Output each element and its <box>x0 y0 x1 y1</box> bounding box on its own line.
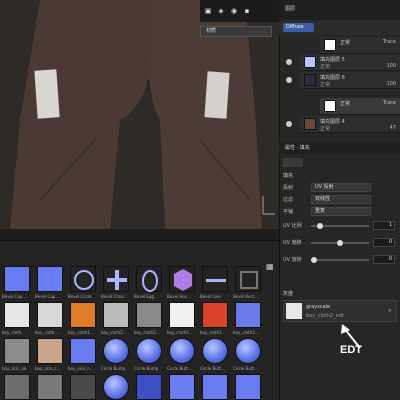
cube-icon[interactable]: ◈ <box>216 6 226 16</box>
layers-header: 图层 <box>279 0 400 20</box>
shelf-tile[interactable] <box>4 374 30 400</box>
tab-properties[interactable]: 属性 <box>285 145 295 151</box>
shelf-tile[interactable] <box>103 302 129 328</box>
tile-row: 平铺 重复 <box>283 207 397 217</box>
shelf-tile[interactable] <box>70 374 96 400</box>
layer-thumbnail <box>304 74 316 86</box>
layer-thumbnail <box>304 56 316 68</box>
shelf-tile[interactable] <box>103 374 129 400</box>
shelf-tile[interactable] <box>37 302 63 328</box>
layer-item[interactable]: 填充图层 5 正常 100 <box>286 54 400 71</box>
edt-annotation: EDT <box>340 344 362 356</box>
shelf-tile[interactable] <box>235 338 261 364</box>
grayscale-thumbnail <box>286 303 302 319</box>
uv-rotate-value[interactable]: 0 <box>373 255 395 264</box>
shelf-tile[interactable] <box>37 374 63 400</box>
layer-thumbnail <box>304 118 316 130</box>
shelf-header <box>0 229 279 241</box>
shelf-tile[interactable] <box>136 374 162 400</box>
shelf-search-bar[interactable] <box>0 247 279 261</box>
uv-offset-row: UV 偏移 0 <box>283 238 397 248</box>
material-dropdown[interactable]: 材质 <box>200 26 272 37</box>
close-icon[interactable]: × <box>388 308 392 314</box>
shelf-tile[interactable] <box>202 338 228 364</box>
shelf-tile[interactable] <box>169 302 195 328</box>
filter-row: 过滤 双线性 <box>283 195 397 205</box>
layers-title: 图层 <box>285 6 296 12</box>
grid-view-icon[interactable]: ▦ <box>266 262 275 271</box>
projection-row: 投射 UV 投射 <box>283 183 397 193</box>
shelf-tile[interactable] <box>103 266 129 292</box>
globe-icon[interactable]: ◉ <box>229 6 239 16</box>
viewport-toolbar: ▣ ◈ ◉ ▪ <box>200 0 279 22</box>
shelf-tile[interactable] <box>136 266 162 292</box>
eye-icon[interactable] <box>286 121 292 127</box>
shelf-tile[interactable] <box>136 338 162 364</box>
shelf-tile[interactable] <box>202 374 228 400</box>
shelf-tile[interactable] <box>169 338 195 364</box>
shelf-tile[interactable] <box>202 302 228 328</box>
tile-select[interactable]: 重复 <box>311 207 371 216</box>
uv-scale-slider[interactable] <box>311 223 369 229</box>
filter-select[interactable]: 双线性 <box>311 195 371 204</box>
eye-icon[interactable] <box>286 77 292 83</box>
shelf-tile[interactable] <box>70 266 96 292</box>
shelf-tile[interactable] <box>103 338 129 364</box>
uv-offset-value[interactable]: 0 <box>373 238 395 247</box>
uv-scale-value[interactable]: 1 <box>373 221 395 230</box>
shelf-tile[interactable] <box>235 374 261 400</box>
shelf-tile[interactable] <box>169 266 195 292</box>
section-fill: 填充 <box>283 173 294 179</box>
grayscale-slot[interactable]: grayscale boy_cloth2_edt × <box>283 300 397 322</box>
shelf-tile[interactable] <box>4 338 30 364</box>
camera-icon[interactable]: ▪ <box>242 6 252 16</box>
folder-icon[interactable]: ▣ <box>203 6 213 16</box>
uv-rotate-row: UV 旋转 0 <box>283 255 397 265</box>
layer-item[interactable]: 正常 Trace <box>320 37 400 54</box>
shelf-tile[interactable] <box>136 302 162 328</box>
uv-scale-row: UV 比例 1 <box>283 221 397 231</box>
layer-item[interactable]: 填充图层 4 正常 47 <box>286 116 400 133</box>
layer-item[interactable]: 正常 Trace <box>320 98 400 115</box>
layer-item[interactable]: 填充图层 6 正常 100 <box>286 72 400 89</box>
shelf-tile[interactable] <box>235 266 261 292</box>
shelf-tile[interactable] <box>37 338 63 364</box>
shelf-tile[interactable] <box>70 338 96 364</box>
uv-offset-slider[interactable] <box>311 240 369 246</box>
eye-icon[interactable] <box>286 59 292 65</box>
tab-fill[interactable]: 填充 <box>300 145 310 151</box>
channel-select[interactable]: Diffuse <box>283 23 314 32</box>
layer-thumbnail <box>324 100 336 112</box>
section-material: 灰度 <box>283 291 294 297</box>
layer-thumbnail <box>324 39 336 51</box>
shelf-tile[interactable] <box>70 302 96 328</box>
uv-rotate-slider[interactable] <box>311 257 369 263</box>
properties-header: 属性 · 填充 <box>279 142 400 154</box>
shelf-tile[interactable] <box>202 266 228 292</box>
shelf-tile[interactable] <box>169 374 195 400</box>
projection-select[interactable]: UV 投射 <box>311 183 371 192</box>
shelf-tile[interactable] <box>37 266 63 292</box>
shelf-tile[interactable] <box>4 266 30 292</box>
view-toggle[interactable] <box>283 158 303 167</box>
shelf-tile[interactable] <box>4 302 30 328</box>
shelf-tile[interactable] <box>235 302 261 328</box>
